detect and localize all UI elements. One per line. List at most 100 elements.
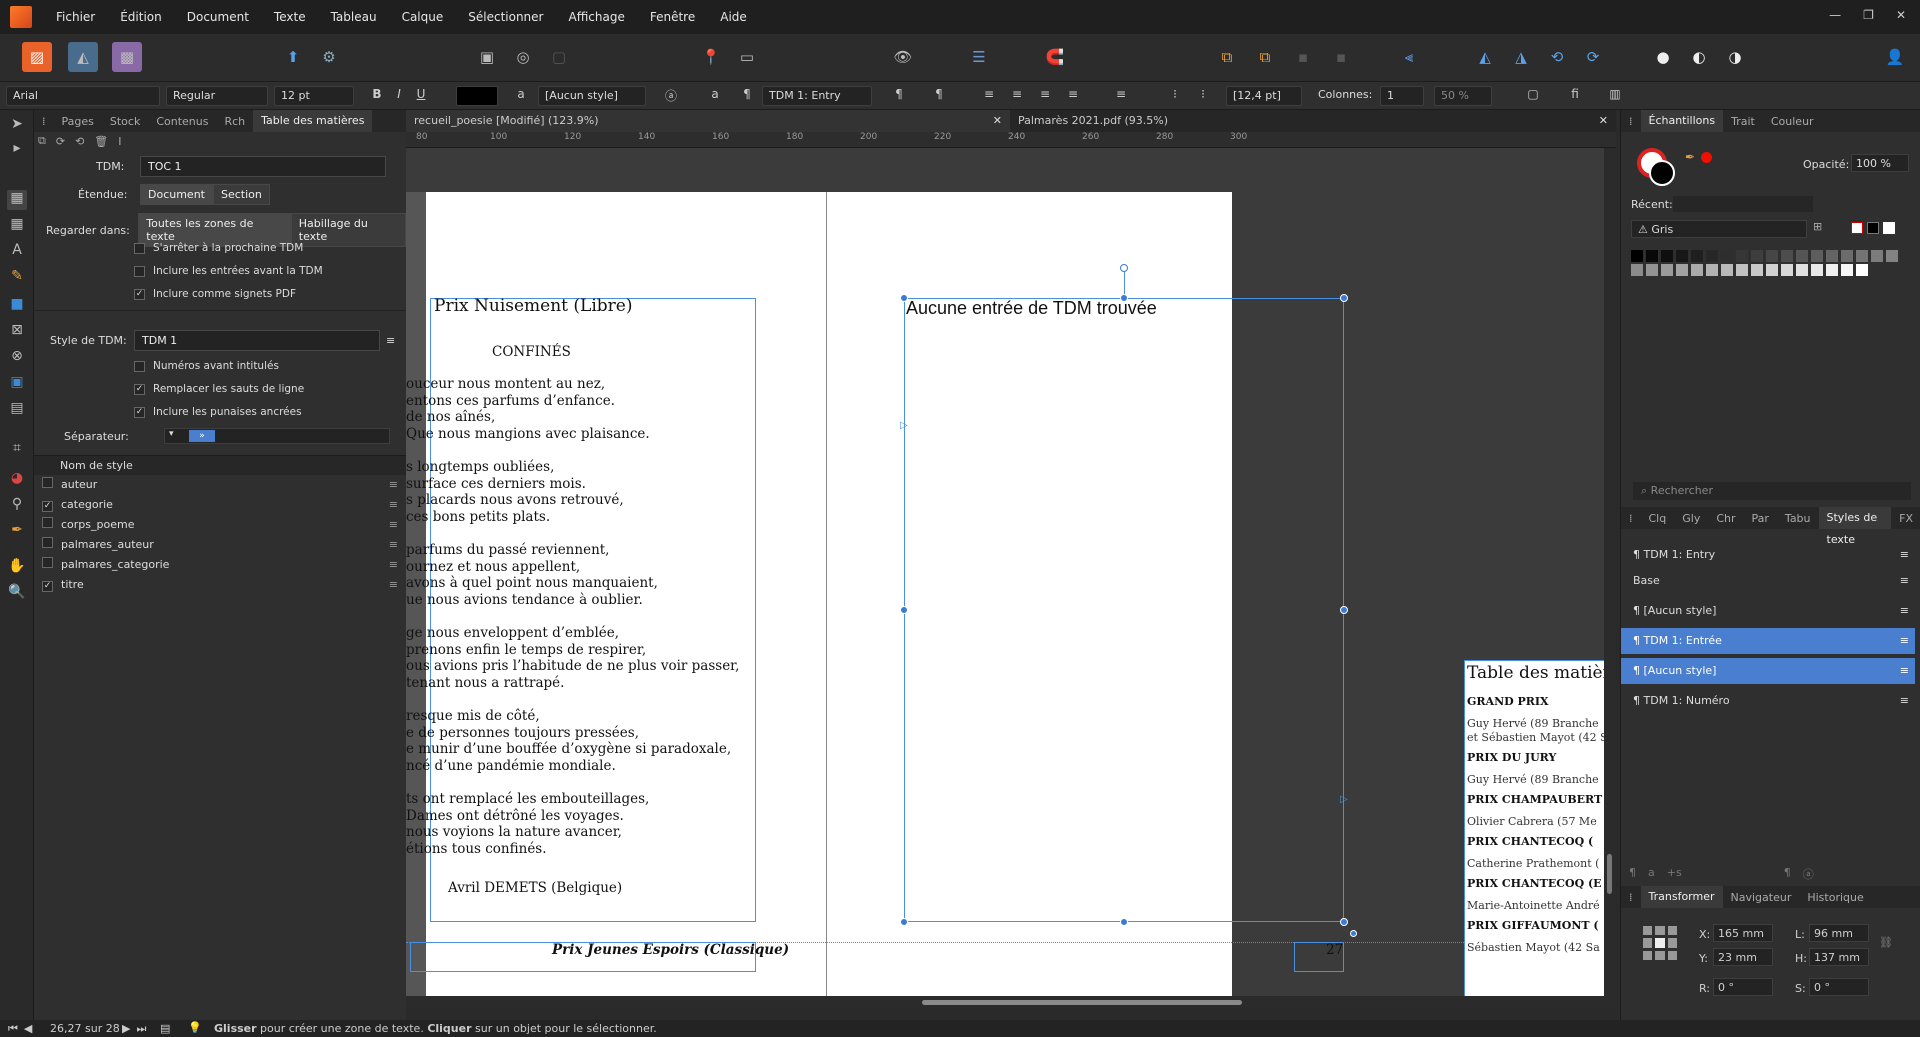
etendue-section-button[interactable]: Section bbox=[213, 184, 270, 205]
style-list-row[interactable]: corps_poeme ≡ bbox=[34, 515, 406, 535]
menu-item[interactable]: Sélectionner bbox=[458, 10, 558, 24]
opt-stop-checkbox[interactable] bbox=[134, 242, 145, 254]
boolean-intersect-icon[interactable]: ◑ bbox=[1720, 42, 1750, 72]
regarder-wrap-button[interactable]: Habillage du texte bbox=[290, 213, 406, 247]
align-right-text-icon[interactable]: ≡ bbox=[1036, 87, 1054, 105]
para-style-apply-icon[interactable]: ¶ bbox=[930, 87, 948, 105]
menu-item[interactable]: Édition bbox=[110, 10, 177, 24]
close-tab-icon[interactable]: ✕ bbox=[1599, 110, 1608, 132]
close-tab-icon[interactable]: ✕ bbox=[993, 110, 1002, 132]
vertical-scrollbar[interactable] bbox=[1604, 148, 1616, 996]
fit-frame-icon[interactable]: fi bbox=[1566, 87, 1584, 105]
opt-replace-row[interactable]: ✓ Remplacer les sauts de ligne bbox=[134, 383, 304, 395]
text-style-menu-icon[interactable]: ≡ bbox=[1900, 598, 1909, 624]
text-style-menu-icon[interactable]: ≡ bbox=[1900, 628, 1909, 654]
gray-swatch[interactable] bbox=[1706, 264, 1718, 276]
bullets-icon[interactable]: ⁝ bbox=[1166, 87, 1184, 105]
fill-tool-icon[interactable]: ◕ bbox=[7, 470, 27, 490]
stroke-color-well[interactable] bbox=[1649, 160, 1675, 186]
text-style-menu-icon[interactable]: ≡ bbox=[1900, 658, 1909, 684]
panel-tab[interactable]: Historique bbox=[1799, 891, 1871, 904]
user-account-icon[interactable]: 👤 bbox=[1880, 42, 1910, 72]
swatch-search-input[interactable]: ⌕ Rechercher bbox=[1633, 482, 1911, 500]
gray-swatch[interactable] bbox=[1646, 264, 1658, 276]
menu-item[interactable]: Texte bbox=[264, 10, 321, 24]
frame-text-tool-icon[interactable]: ▦ bbox=[7, 190, 27, 210]
gray-swatch[interactable] bbox=[1856, 250, 1868, 262]
gray-swatch[interactable] bbox=[1721, 250, 1733, 262]
style-tdm-select[interactable]: TDM 1 bbox=[134, 330, 380, 351]
boolean-subtract-icon[interactable]: ◐ bbox=[1684, 42, 1714, 72]
resize-handle-b[interactable] bbox=[1120, 918, 1128, 926]
new-char-style-icon[interactable]: a bbox=[1648, 866, 1655, 882]
toc-frame[interactable] bbox=[904, 298, 1344, 922]
opt-pins-checkbox[interactable]: ✓ bbox=[134, 406, 145, 418]
gray-swatch[interactable] bbox=[1751, 264, 1763, 276]
clear-char-icon[interactable]: ⓐ bbox=[1803, 866, 1814, 882]
gray-swatch[interactable] bbox=[1646, 250, 1658, 262]
style-menu-icon[interactable]: ≡ bbox=[389, 495, 398, 515]
gray-swatch[interactable] bbox=[1766, 250, 1778, 262]
place-image-tool-icon[interactable]: ▣ bbox=[7, 374, 27, 394]
lock-ratio-icon[interactable]: ⛓ bbox=[1879, 936, 1893, 949]
designer-persona-icon[interactable]: ◭ bbox=[68, 42, 98, 72]
gray-swatch[interactable] bbox=[1766, 264, 1778, 276]
rotation-input[interactable]: 0 ° bbox=[1713, 978, 1773, 996]
gutter-input[interactable]: 50 % bbox=[1434, 86, 1492, 106]
opacity-input[interactable]: 100 % bbox=[1851, 154, 1909, 172]
gray-swatch[interactable] bbox=[1631, 264, 1643, 276]
arrange-forward-icon[interactable]: ⧉ bbox=[1250, 42, 1280, 72]
move-tool-icon[interactable]: ➤ bbox=[7, 116, 27, 136]
style-menu-icon[interactable]: ≡ bbox=[389, 575, 398, 595]
align-left-icon[interactable]: ⫷ bbox=[1394, 42, 1424, 72]
panel-tab[interactable]: Trait bbox=[1723, 115, 1763, 128]
style-menu-icon[interactable]: ≡ bbox=[389, 515, 398, 535]
opt-include-row[interactable]: Inclure les entrées avant la TDM bbox=[134, 265, 323, 277]
char-style-select[interactable]: [Aucun style] bbox=[538, 86, 646, 106]
white-swatch[interactable] bbox=[1883, 222, 1895, 234]
rectangle-tool-icon[interactable]: ■ bbox=[7, 296, 27, 316]
doc-tab-palmares[interactable]: Palmarès 2021.pdf (93.5%) ✕ bbox=[1010, 110, 1616, 132]
gray-swatch[interactable] bbox=[1841, 250, 1853, 262]
delete-toc-icon[interactable]: 🗑 bbox=[94, 135, 108, 148]
current-color-dot[interactable] bbox=[1701, 152, 1712, 163]
shear-input[interactable]: 0 ° bbox=[1809, 978, 1869, 996]
menu-item[interactable]: Document bbox=[177, 10, 264, 24]
table-tool-icon[interactable]: ▦ bbox=[7, 216, 27, 236]
align-left-text-icon[interactable]: ≡ bbox=[980, 87, 998, 105]
left-panel-tab[interactable]: Contenus bbox=[148, 115, 216, 128]
gray-swatch[interactable] bbox=[1811, 264, 1823, 276]
text-color-swatch[interactable] bbox=[456, 86, 498, 106]
menu-item[interactable]: Aide bbox=[710, 10, 762, 24]
gray-swatch[interactable] bbox=[1781, 250, 1793, 262]
bold-button[interactable]: B bbox=[368, 87, 386, 105]
color-picker-tool-icon[interactable]: ✒ bbox=[7, 522, 27, 542]
columns-input[interactable]: 1 bbox=[1380, 86, 1424, 106]
gray-swatch[interactable] bbox=[1796, 264, 1808, 276]
palette-grid-icon[interactable]: ⊞ bbox=[1813, 220, 1822, 233]
insert-toc-icon[interactable]: ⧉ bbox=[38, 134, 46, 148]
close-icon[interactable]: ✕ bbox=[1896, 8, 1906, 22]
preview-eye-icon[interactable]: 👁 bbox=[888, 42, 918, 72]
ellipse-frame-icon[interactable]: ◎ bbox=[508, 42, 538, 72]
font-weight-select[interactable]: Regular bbox=[166, 86, 268, 106]
justify-text-icon[interactable]: ≡ bbox=[1064, 87, 1082, 105]
separateur-dropdown-icon[interactable]: ▾ bbox=[169, 429, 174, 439]
style-checkbox[interactable] bbox=[42, 537, 53, 548]
menu-item[interactable]: Tableau bbox=[321, 10, 392, 24]
artistic-text-tool-icon[interactable]: A bbox=[7, 242, 27, 262]
italic-button[interactable]: I bbox=[390, 87, 408, 105]
pin-options-icon[interactable]: ▭ bbox=[732, 42, 762, 72]
style-tdm-menu-icon[interactable]: ≡ bbox=[386, 334, 395, 347]
panel-tab[interactable]: Navigateur bbox=[1723, 891, 1800, 904]
frame-icon[interactable]: ▣ bbox=[472, 42, 502, 72]
gray-swatch[interactable] bbox=[1781, 264, 1793, 276]
none-swatch[interactable] bbox=[1851, 222, 1863, 234]
document-canvas[interactable]: Prix Nuisement (Libre) CONFINÉS ouceur n… bbox=[406, 148, 1616, 996]
gray-swatch[interactable] bbox=[1721, 264, 1733, 276]
panel-tab[interactable]: Par bbox=[1744, 512, 1777, 525]
snapping-magnet-icon[interactable]: 🧲 bbox=[1040, 42, 1070, 72]
pen-tool-icon[interactable]: ✎ bbox=[7, 268, 27, 288]
style-checkbox[interactable] bbox=[42, 517, 53, 528]
gray-swatch[interactable] bbox=[1676, 250, 1688, 262]
